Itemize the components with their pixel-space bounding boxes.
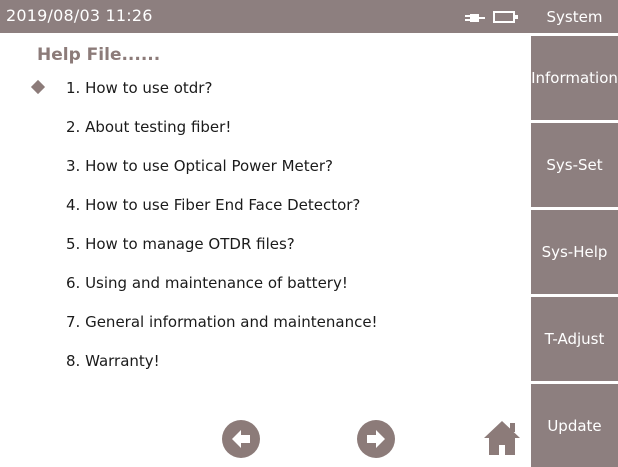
t-adjust-button-label: T-Adjust — [544, 330, 605, 348]
sys-help-button-label: Sys-Help — [541, 243, 608, 261]
help-item-7[interactable]: 7. General information and maintenance! — [0, 308, 531, 338]
t-adjust-button[interactable]: T-Adjust — [531, 297, 618, 381]
status-bar: 2019/08/03 11:26 — [0, 0, 531, 33]
help-item-label: 8. Warranty! — [66, 352, 160, 370]
help-item-label: 5. How to manage OTDR files? — [66, 235, 295, 253]
help-item-label: 4. How to use Fiber End Face Detector? — [66, 196, 361, 214]
sys-help-button[interactable]: Sys-Help — [531, 210, 618, 294]
update-button-label: Update — [547, 416, 602, 435]
next-page-button[interactable] — [357, 420, 395, 458]
help-item-label: 6. Using and maintenance of battery! — [66, 274, 348, 292]
help-item-3[interactable]: 3. How to use Optical Power Meter? — [0, 152, 531, 182]
help-panel: Help File...... 1. How to use otdr? 2. A… — [0, 33, 531, 467]
home-button[interactable] — [482, 418, 522, 458]
power-plug-icon — [464, 10, 486, 24]
help-item-2[interactable]: 2. About testing fiber! — [0, 113, 531, 143]
arrow-right-icon — [367, 430, 385, 448]
help-item-label: 3. How to use Optical Power Meter? — [66, 157, 333, 175]
help-title: Help File...... — [37, 45, 161, 65]
previous-page-button[interactable] — [222, 420, 260, 458]
datetime: 2019/08/03 11:26 — [6, 6, 153, 25]
sys-set-button[interactable]: Sys-Set — [531, 123, 618, 207]
information-button-label: Information — [531, 69, 618, 87]
arrow-left-icon — [232, 430, 250, 448]
sys-set-button-label: Sys-Set — [546, 156, 603, 174]
selection-diamond-icon — [30, 79, 46, 95]
help-item-label: 7. General information and maintenance! — [66, 313, 378, 331]
help-item-4[interactable]: 4. How to use Fiber End Face Detector? — [0, 191, 531, 221]
help-item-label: 2. About testing fiber! — [66, 118, 232, 136]
help-item-1[interactable]: 1. How to use otdr? — [0, 74, 531, 104]
help-item-6[interactable]: 6. Using and maintenance of battery! — [0, 269, 531, 299]
update-button[interactable]: Update — [531, 384, 618, 467]
help-item-8[interactable]: 8. Warranty! — [0, 347, 531, 377]
home-icon — [484, 421, 520, 455]
sidebar-header-system: System — [531, 0, 618, 33]
system-sidebar: System Information Sys-Set Sys-Help T-Ad… — [531, 0, 618, 467]
information-button[interactable]: Information — [531, 36, 618, 120]
help-item-5[interactable]: 5. How to manage OTDR files? — [0, 230, 531, 260]
help-item-label: 1. How to use otdr? — [66, 79, 213, 97]
battery-icon — [493, 11, 518, 23]
